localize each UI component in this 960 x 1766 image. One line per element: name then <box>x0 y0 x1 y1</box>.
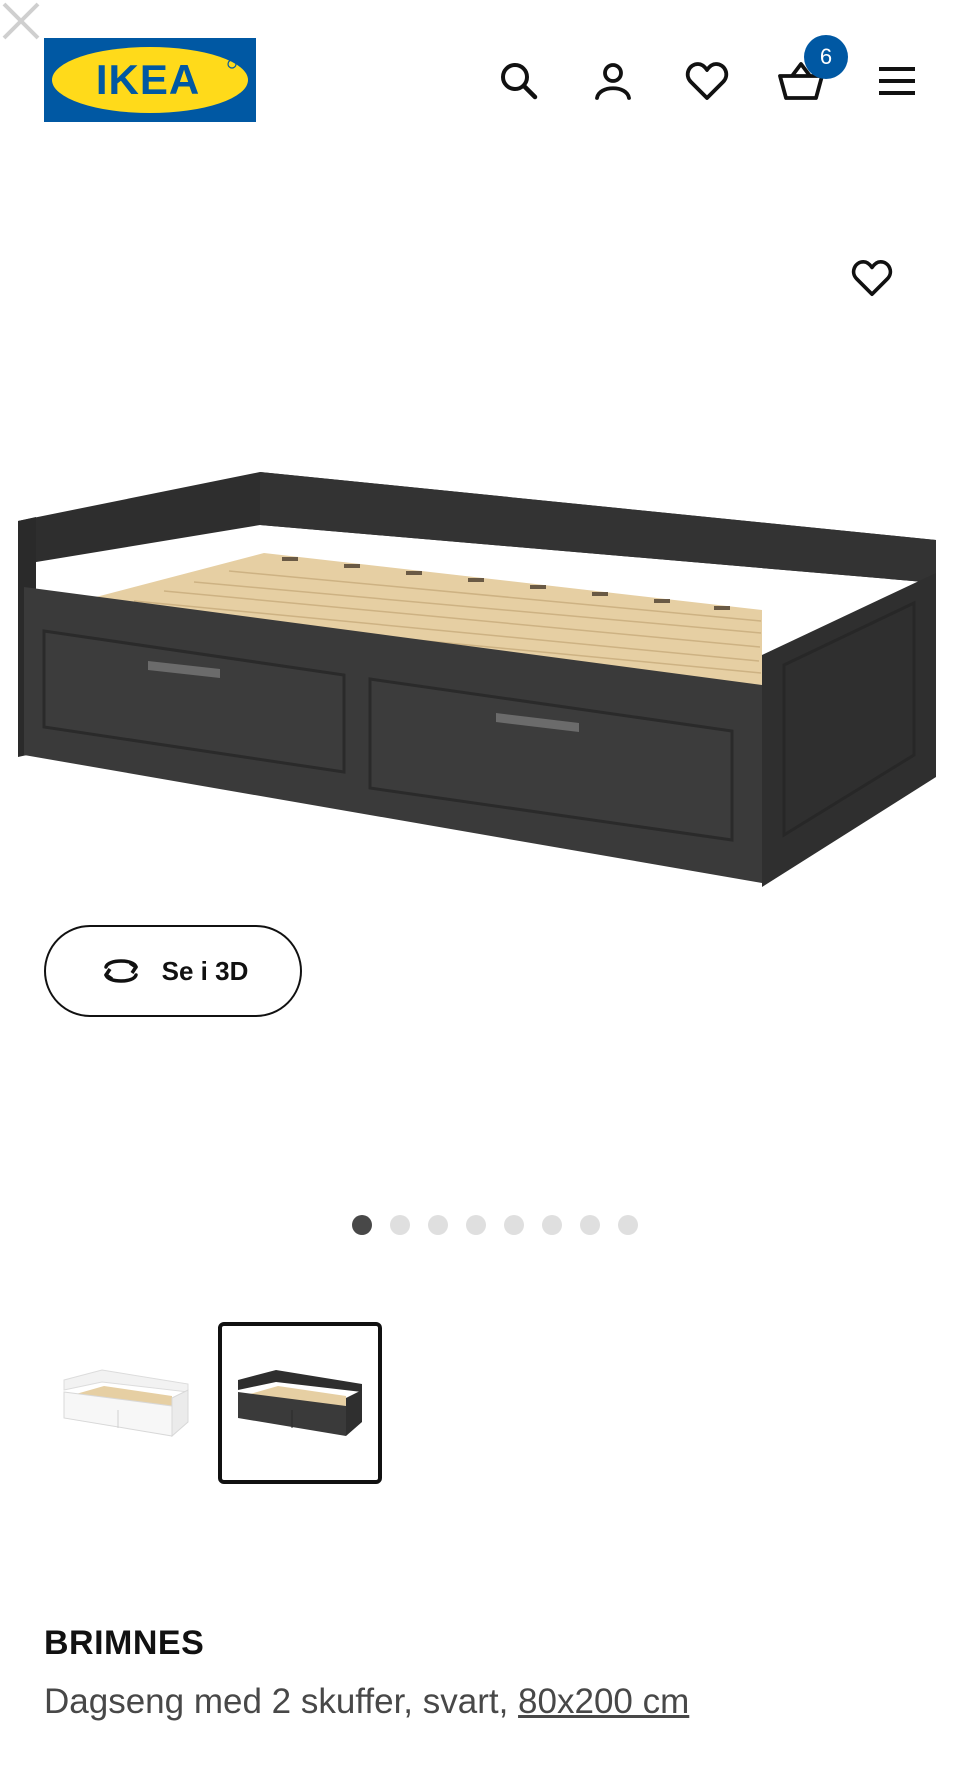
close-icon[interactable] <box>0 0 44 44</box>
carousel-dot[interactable] <box>466 1215 486 1235</box>
add-to-favourites-button[interactable] <box>846 252 898 304</box>
view-in-3d-label: Se i 3D <box>161 955 249 986</box>
user-icon <box>595 63 631 100</box>
heart-icon <box>851 260 893 296</box>
variant-thumbnail-white[interactable] <box>44 1322 208 1484</box>
product-type-text: Dagseng med 2 skuffer, svart, <box>44 1682 519 1721</box>
ikea-logo[interactable]: IKEA <box>44 38 256 122</box>
carousel-dot[interactable] <box>390 1215 410 1235</box>
carousel-dot[interactable] <box>580 1215 600 1235</box>
white-daybed-image <box>63 1369 189 1438</box>
menu-button[interactable] <box>872 56 922 106</box>
carousel-dot[interactable] <box>428 1215 448 1235</box>
account-button[interactable] <box>588 56 638 106</box>
view-in-3d-button[interactable]: Se i 3D <box>44 925 302 1017</box>
product-size-link[interactable]: 80x200 cm <box>518 1682 689 1721</box>
rotate-3d-icon <box>103 959 138 983</box>
black-daybed-image <box>238 1370 362 1436</box>
heart-icon <box>685 62 729 100</box>
product-image <box>18 472 936 887</box>
variant-thumbnail-black[interactable] <box>218 1322 382 1484</box>
product-description: Dagseng med 2 skuffer, svart, 80x200 cm <box>44 1682 689 1722</box>
logo-text: IKEA <box>96 56 200 103</box>
carousel-dot[interactable] <box>352 1215 372 1235</box>
carousel-dot[interactable] <box>504 1215 524 1235</box>
product-name: BRIMNES <box>44 1624 205 1662</box>
favourites-button[interactable] <box>682 56 732 106</box>
cart-count-badge: 6 <box>804 35 848 79</box>
carousel-dot[interactable] <box>542 1215 562 1235</box>
search-button[interactable] <box>494 56 544 106</box>
hamburger-menu-icon <box>879 67 915 95</box>
image-carousel-indicator <box>0 1215 960 1239</box>
carousel-dot[interactable] <box>618 1215 638 1235</box>
search-icon <box>501 63 538 100</box>
